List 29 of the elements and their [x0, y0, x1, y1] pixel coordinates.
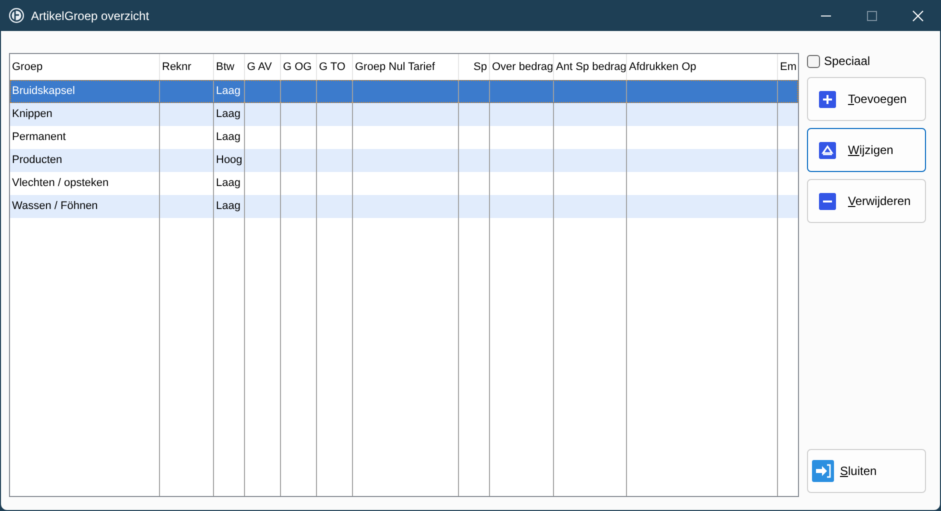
minus-icon: [819, 192, 836, 210]
table-cell-text: Producten: [12, 153, 62, 168]
action-button[interactable]: Verwijderen: [807, 179, 926, 223]
table-cell-text: Vlechten / opsteken: [12, 176, 109, 192]
table-cell-text: Laag: [216, 84, 240, 100]
table-cell-text: Laag: [216, 107, 240, 122]
close-icon[interactable]: [912, 10, 924, 22]
table-cell-text: Hoog: [216, 153, 242, 168]
table-row[interactable]: Wassen / Föhnen Laag: [10, 195, 798, 218]
special-checkbox[interactable]: [807, 54, 820, 68]
window-title: ArtikelGroep overzicht: [31, 8, 150, 24]
table-row[interactable]: Producten Hoog: [10, 149, 798, 172]
table-cell-text: Laag: [216, 130, 240, 146]
action-button[interactable]: Toevoegen: [807, 77, 926, 121]
table-row[interactable]: Bruidskapsel Laag: [10, 80, 798, 103]
table-cell-text: Laag: [216, 176, 240, 192]
special-label: Speciaal: [824, 53, 870, 70]
app-logo-icon: [8, 7, 25, 24]
close-button[interactable]: Sluiten: [807, 449, 926, 493]
table-cell-text: Permanent: [12, 130, 66, 146]
table-cell-text: Laag: [216, 199, 240, 214]
action-button[interactable]: Wijzigen: [807, 128, 926, 172]
plus-icon: [819, 90, 836, 108]
maximize-icon[interactable]: [866, 10, 878, 22]
table-row[interactable]: Knippen Laag: [10, 103, 798, 126]
table-cell-text: Wassen / Föhnen: [12, 199, 98, 214]
up-triangle-icon: [819, 142, 836, 158]
table-cell-text: Knippen: [12, 107, 52, 122]
table-cell-text: Bruidskapsel: [12, 84, 75, 100]
